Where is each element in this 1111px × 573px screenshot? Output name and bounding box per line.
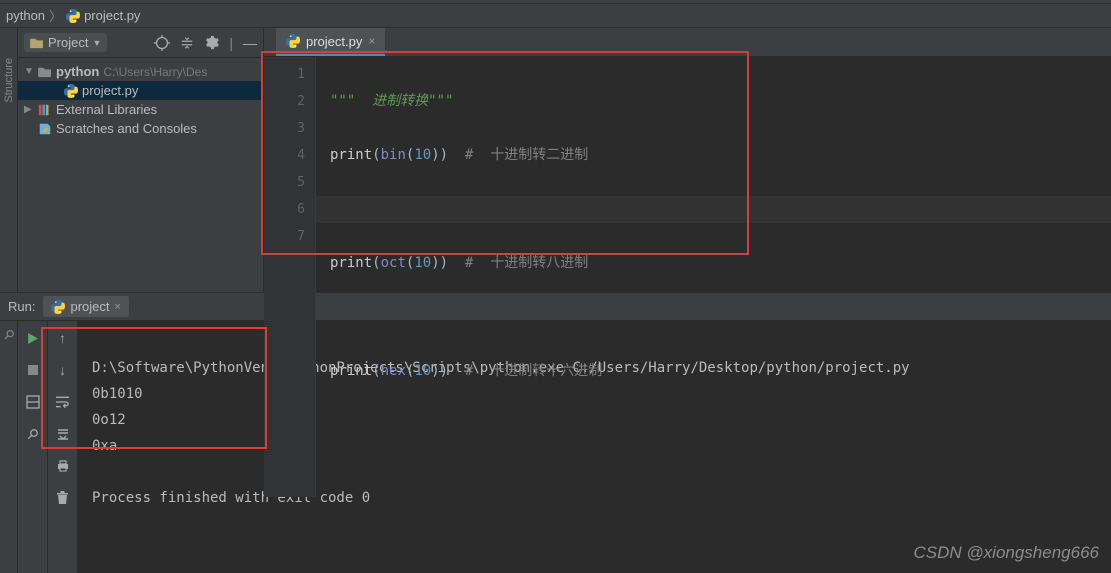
console-line: 0b1010 — [92, 386, 143, 402]
stop-icon[interactable] — [24, 361, 42, 379]
run-config-label: project — [70, 299, 109, 314]
python-file-icon — [286, 34, 300, 48]
line-number: 6 — [264, 196, 305, 223]
code-token: oct — [381, 255, 406, 271]
locate-icon[interactable] — [154, 35, 170, 51]
panel-divider: | — [229, 35, 233, 51]
tree-external-libraries[interactable]: ▶ External Libraries — [18, 100, 263, 119]
code-token: bin — [381, 147, 406, 163]
project-view-selector[interactable]: Project ▼ — [24, 33, 107, 52]
run-config-tab[interactable]: project × — [43, 296, 128, 317]
tree-scratches[interactable]: ▶ Scratches and Consoles — [18, 119, 263, 138]
python-file-icon — [66, 9, 80, 23]
docstring-quote: """ — [330, 93, 355, 109]
print-icon[interactable] — [54, 457, 72, 475]
code-token: print — [330, 363, 372, 379]
line-number: 4 — [264, 142, 305, 169]
up-arrow-icon[interactable]: ↑ — [54, 329, 72, 347]
scratches-label: Scratches and Consoles — [56, 121, 197, 136]
line-number: 5 — [264, 169, 305, 196]
project-panel-header: Project ▼ | — — [18, 28, 263, 58]
code-token: )) — [431, 255, 448, 271]
tree-file-project-py[interactable]: project.py — [18, 81, 263, 100]
code-comment: # 十进制转十六进制 — [448, 363, 602, 379]
left-tool-stripe: Structure — [0, 28, 18, 292]
layout-icon[interactable] — [24, 393, 42, 411]
scratches-icon — [38, 122, 52, 136]
console-line: 0o12 — [92, 412, 126, 428]
dropdown-arrow-icon: ▼ — [92, 38, 101, 48]
code-token: 10 — [414, 147, 431, 163]
rerun-icon[interactable] — [24, 329, 42, 347]
scroll-to-end-icon[interactable] — [54, 425, 72, 443]
code-comment: # 十进制转八进制 — [448, 255, 588, 271]
docstring-text: 进制转换 — [355, 93, 428, 109]
code-token: ( — [372, 255, 380, 271]
collapse-all-icon[interactable] — [180, 36, 194, 50]
code-token: ( — [372, 147, 380, 163]
project-view-label: Project — [48, 35, 88, 50]
docstring-quote: """ — [428, 93, 453, 109]
close-run-tab-icon[interactable]: × — [115, 301, 121, 313]
external-libs-icon — [38, 103, 52, 117]
tree-root[interactable]: ▼ python C:\Users\Harry\Des — [18, 62, 263, 81]
line-number-gutter: 1 2 3 4 5 6 7 — [264, 57, 316, 497]
run-toolbar-secondary: ↑ ↓ — [48, 321, 78, 573]
line-number: 1 — [264, 61, 305, 88]
code-token: 10 — [414, 255, 431, 271]
close-tab-icon[interactable]: × — [368, 34, 375, 48]
breadcrumb-sep: 〉 — [49, 6, 62, 25]
gear-icon[interactable] — [204, 35, 219, 50]
code-token: )) — [431, 363, 448, 379]
root-folder-path: C:\Users\Harry\Des — [103, 65, 207, 79]
project-tree[interactable]: ▼ python C:\Users\Harry\Des project.py ▶… — [18, 58, 263, 142]
line-number: 7 — [264, 223, 305, 250]
python-file-icon — [51, 300, 65, 314]
run-label: Run: — [8, 299, 35, 314]
external-libs-label: External Libraries — [56, 102, 157, 117]
code-editor[interactable]: 1 2 3 4 5 6 7 """ 进制转换""" print(bin(10))… — [264, 57, 1111, 497]
soft-wrap-icon[interactable] — [54, 393, 72, 411]
console-line: 0xa — [92, 438, 117, 454]
editor-tab-bar: project.py × — [264, 28, 1111, 57]
code-token: 10 — [414, 363, 431, 379]
project-icon — [30, 37, 44, 49]
code-token: hex — [381, 363, 406, 379]
breadcrumb: python 〉 project.py — [0, 4, 1111, 28]
structure-tool-button[interactable]: Structure — [3, 58, 15, 103]
breadcrumb-file[interactable]: project.py — [84, 8, 140, 23]
run-left-stripe: ⚲ — [0, 321, 18, 573]
project-tool-window: Project ▼ | — ▼ — [18, 28, 264, 292]
run-toolbar-primary: ⚲ — [18, 321, 48, 573]
pin-icon[interactable]: ⚲ — [0, 326, 18, 344]
pin-icon[interactable]: ⚲ — [20, 421, 45, 446]
line-number: 3 — [264, 115, 305, 142]
folder-icon — [38, 66, 52, 78]
code-comment: # 十进制转二进制 — [448, 147, 588, 163]
code-token: print — [330, 255, 372, 271]
code-token: )) — [431, 147, 448, 163]
breadcrumb-root[interactable]: python — [6, 8, 45, 23]
python-file-icon — [64, 84, 78, 98]
code-token: print — [330, 147, 372, 163]
expander-icon[interactable]: ▶ — [24, 104, 34, 115]
editor-tab-label: project.py — [306, 34, 362, 49]
root-folder-label: python — [56, 64, 99, 79]
tree-file-label: project.py — [82, 83, 138, 98]
editor-tab-project-py[interactable]: project.py × — [276, 28, 385, 56]
hide-panel-icon[interactable]: — — [243, 35, 257, 51]
delete-icon[interactable] — [54, 489, 72, 507]
code-token: ( — [372, 363, 380, 379]
line-number: 2 — [264, 88, 305, 115]
editor-area: project.py × 1 2 3 4 5 6 7 """ 进制转换""" p… — [264, 28, 1111, 292]
down-arrow-icon[interactable]: ↓ — [54, 361, 72, 379]
code-content[interactable]: """ 进制转换""" print(bin(10)) # 十进制转二进制 pri… — [316, 57, 1111, 497]
expander-icon[interactable]: ▼ — [24, 66, 34, 77]
